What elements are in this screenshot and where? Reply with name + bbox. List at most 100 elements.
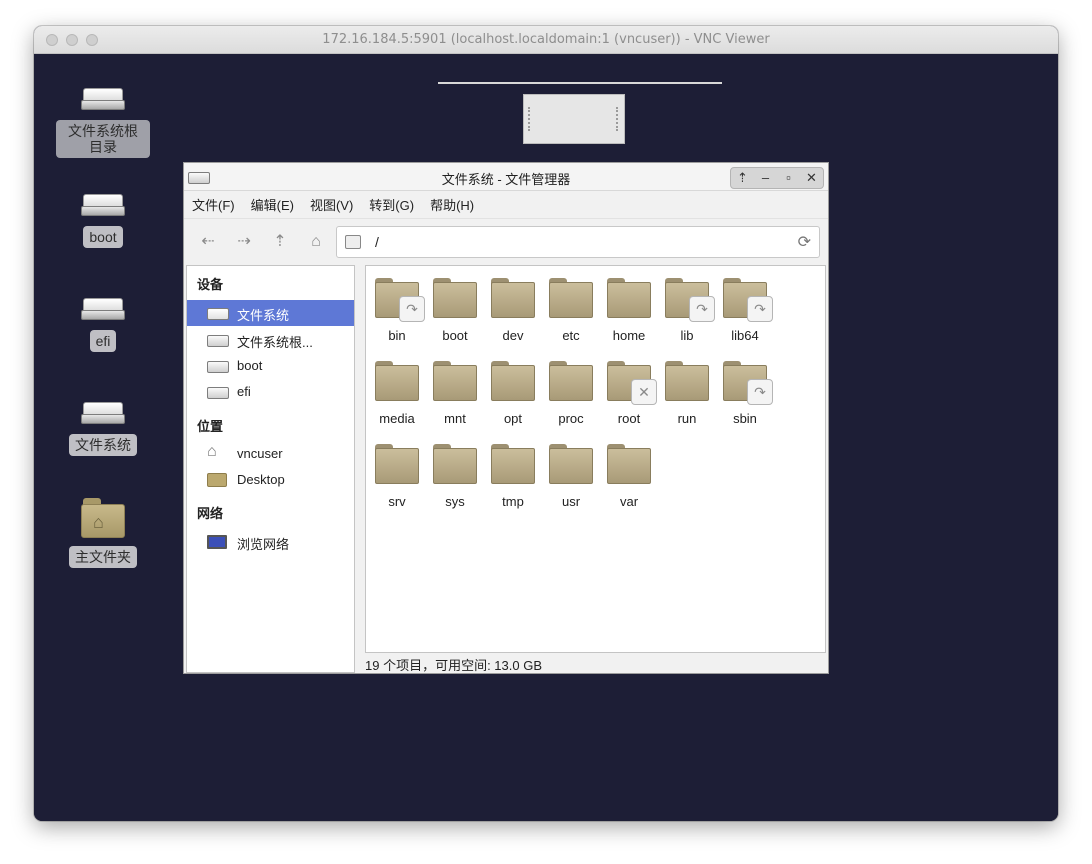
raise-icon[interactable]: ⇡ <box>734 169 752 187</box>
folder-name: var <box>619 494 639 509</box>
desktop-icon-rootfs[interactable]: 文件系统根目录 <box>56 88 150 158</box>
sidebar-header-devices: 设备 <box>197 277 224 292</box>
folder-view[interactable]: ↷ bin boot dev etc home ↷ lib ↷ lib64 media mnt opt p… <box>365 265 826 653</box>
sidebar-item-label: efi <box>237 384 251 399</box>
drive-icon <box>207 333 229 347</box>
symlink-emblem-icon: ↷ <box>747 379 773 405</box>
folder-name: sbin <box>733 411 757 426</box>
desktop-icon-label: boot <box>83 226 123 248</box>
maximize-icon[interactable]: ▫ <box>780 169 798 187</box>
folder-name: run <box>677 411 697 426</box>
folder-icon <box>549 278 593 318</box>
folder-item[interactable]: srv <box>368 444 426 509</box>
sidebar-header-places: 位置 <box>197 419 224 434</box>
vnc-titlebar[interactable]: 172.16.184.5:5901 (localhost.localdomain… <box>34 26 1058 54</box>
location-bar[interactable]: / ⟳ <box>336 226 820 258</box>
desktop-folder-icon <box>207 473 229 487</box>
drive-icon <box>207 385 229 399</box>
sidebar-item-vncuser[interactable]: ⌂ vncuser <box>187 441 354 467</box>
folder-item[interactable]: sys <box>426 444 484 509</box>
folder-name: usr <box>561 494 581 509</box>
window-buttons: ⇡ – ▫ ✕ <box>730 167 824 189</box>
folder-item[interactable]: mnt <box>426 361 484 426</box>
folder-item[interactable]: usr <box>542 444 600 509</box>
panel-strip <box>438 82 722 84</box>
menu-help[interactable]: 帮助(H) <box>430 195 474 214</box>
folder-name: proc <box>558 411 584 426</box>
sidebar-item-label: vncuser <box>237 446 283 461</box>
folder-item[interactable]: opt <box>484 361 542 426</box>
drive-icon <box>81 88 125 112</box>
remote-desktop[interactable]: 文件系统根目录 boot efi 文件系统 ⌂ 主文件夹 文件系统 - 文件管理… <box>34 54 1058 821</box>
home-icon[interactable]: ⌂ <box>302 230 330 254</box>
sidebar-item-network[interactable]: 浏览网络 <box>187 529 354 555</box>
folder-item[interactable]: media <box>368 361 426 426</box>
up-icon[interactable]: ⇡ <box>266 230 294 254</box>
folder-item[interactable]: ↷ sbin <box>716 361 774 426</box>
sidebar-item-efi[interactable]: efi <box>187 379 354 405</box>
home-folder-icon: ⌂ <box>81 498 125 538</box>
folder-item[interactable]: boot <box>426 278 484 343</box>
sidebar: 设备 文件系统 文件系统根... boot efi 位置 ⌂ vncuser D… <box>186 265 355 673</box>
desktop-icon-boot[interactable]: boot <box>56 194 150 248</box>
folder-item[interactable]: var <box>600 444 658 509</box>
folder-icon <box>375 444 419 484</box>
desktop-icon-label: 文件系统 <box>69 434 137 456</box>
pager-handle-left <box>528 107 530 131</box>
folder-icon <box>549 361 593 401</box>
sidebar-item-boot[interactable]: boot <box>187 353 354 379</box>
folder-item[interactable]: ✕ root <box>600 361 658 426</box>
folder-item[interactable]: etc <box>542 278 600 343</box>
folder-name: home <box>612 328 646 343</box>
desktop-icon-efi[interactable]: efi <box>56 298 150 352</box>
sidebar-item-root[interactable]: 文件系统根... <box>187 327 354 353</box>
folder-name: dev <box>502 328 524 343</box>
folder-icon <box>607 278 651 318</box>
folder-icon <box>491 361 535 401</box>
folder-item[interactable]: ↷ bin <box>368 278 426 343</box>
drive-icon <box>81 402 125 426</box>
folder-item[interactable]: ↷ lib64 <box>716 278 774 343</box>
sidebar-item-desktop[interactable]: Desktop <box>187 467 354 493</box>
sidebar-item-filesystem[interactable]: 文件系统 <box>187 300 354 326</box>
close-icon[interactable]: ✕ <box>803 169 821 187</box>
folder-icon <box>491 444 535 484</box>
minimize-icon[interactable]: – <box>757 169 775 187</box>
forward-icon[interactable]: ⇢ <box>230 230 258 254</box>
desktop-icon-filesystem[interactable]: 文件系统 <box>56 402 150 456</box>
folder-item[interactable]: ↷ lib <box>658 278 716 343</box>
fm-titlebar[interactable]: 文件系统 - 文件管理器 ⇡ – ▫ ✕ <box>184 163 828 191</box>
pager-handle-right <box>616 107 618 131</box>
folder-icon: ✕ <box>607 361 657 405</box>
drive-icon <box>207 359 229 373</box>
folder-icon <box>549 444 593 484</box>
desktop-icon-label: 文件系统根目录 <box>56 120 150 158</box>
sidebar-item-label: boot <box>237 358 263 373</box>
menu-view[interactable]: 视图(V) <box>310 195 353 214</box>
locked-emblem-icon: ✕ <box>631 379 657 405</box>
folder-item[interactable]: home <box>600 278 658 343</box>
back-icon[interactable]: ⇠ <box>194 230 222 254</box>
workspace-pager[interactable] <box>523 94 625 144</box>
folder-icon: ↷ <box>665 278 715 322</box>
folder-item[interactable]: tmp <box>484 444 542 509</box>
folder-name: tmp <box>502 494 524 509</box>
refresh-icon[interactable]: ⟳ <box>798 232 811 252</box>
folder-item[interactable]: run <box>658 361 716 426</box>
folder-icon: ↷ <box>723 278 773 322</box>
folder-item[interactable]: proc <box>542 361 600 426</box>
desktop-icon-label: 主文件夹 <box>69 546 137 568</box>
vnc-title: 172.16.184.5:5901 (localhost.localdomain… <box>322 32 770 47</box>
folder-icon <box>433 361 477 401</box>
folder-icon <box>375 361 419 401</box>
menu-go[interactable]: 转到(G) <box>369 195 414 214</box>
menu-edit[interactable]: 编辑(E) <box>251 195 294 214</box>
toolbar: ⇠ ⇢ ⇡ ⌂ / ⟳ <box>184 220 828 264</box>
drive-icon <box>81 194 125 218</box>
folder-name: boot <box>442 328 468 343</box>
desktop-icon-home[interactable]: ⌂ 主文件夹 <box>56 498 150 568</box>
drive-icon <box>81 298 125 322</box>
sidebar-item-label: 文件系统 <box>237 308 290 323</box>
folder-item[interactable]: dev <box>484 278 542 343</box>
menu-file[interactable]: 文件(F) <box>192 195 235 214</box>
